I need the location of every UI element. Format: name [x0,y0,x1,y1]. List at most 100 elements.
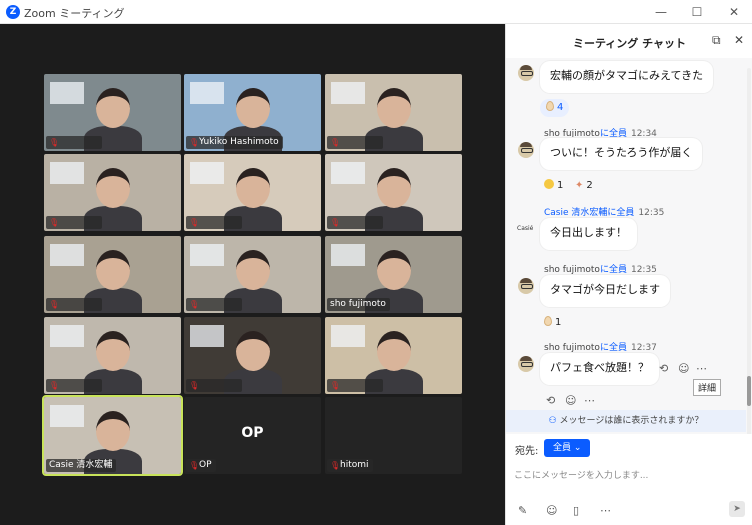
avatar [518,142,534,158]
person-face [236,250,270,290]
format-icon[interactable]: ✎ [518,504,527,517]
reaction-egg[interactable]: 1 [544,314,561,332]
mic-muted-icon: 🎙 [330,218,341,227]
background-window [50,82,84,104]
message-sender: sho fujimotoに全員 12:37 [544,343,657,353]
video-tile[interactable]: 🎙 [44,74,181,151]
message-bubble[interactable]: ついに！そうたろう作が届く [540,138,703,170]
close-button[interactable]: ✕ [719,2,749,22]
participant-name: sho fujimoto [330,299,386,309]
chat-panel: ミーティング チャット ⧉ ✕ 宏輔の顔がタマゴにみえてきた 4 sho fuj… [505,24,752,525]
mic-muted-icon: 🎙 [189,381,200,390]
person-face [96,411,130,451]
person-face [377,331,411,371]
message-sender: sho fujimotoに全員 12:35 [544,265,657,275]
message-bubble[interactable]: タマゴが今日だします [540,275,670,307]
participant-nameplate: 🎙 [327,379,383,392]
person-face [96,88,130,128]
reaction-count: 1 [555,317,562,328]
participant-nameplate: sho fujimoto [327,298,390,311]
video-tile[interactable]: 🎙 [44,236,181,313]
participant-nameplate: 🎙Yukiko Hashimoto [186,136,283,149]
video-tile[interactable]: 🎙 [44,154,181,231]
participant-nameplate: 🎙 [186,379,242,392]
reaction-smile[interactable]: 1 [544,177,563,195]
participant-name: OP [199,460,212,470]
party-popper-icon: ✦ [575,180,584,191]
reply-icon[interactable]: ⟲ [546,394,555,407]
background-window [50,325,84,347]
avatar [518,278,534,294]
avatar [518,356,534,372]
message-bubble[interactable]: 今日出します！ [540,218,637,250]
mic-muted-icon: 🎙 [49,381,60,390]
participant-name: Yukiko Hashimoto [199,137,279,147]
add-reaction-icon[interactable]: ☺ [678,362,689,375]
reaction-egg[interactable]: 4 [540,99,570,117]
participant-placeholder: OP [241,425,264,441]
mic-muted-icon: 🎙 [49,138,60,147]
avatar-text: Casié [517,225,534,232]
visibility-note[interactable]: ⚇ メッセージは誰に表示されますか？ [506,410,746,432]
minimize-button[interactable]: — [646,2,676,22]
close-chat-icon[interactable]: ✕ [734,33,744,47]
person-face [236,88,270,128]
mic-muted-icon: 🎙 [49,300,60,309]
send-button[interactable]: ➤ [729,501,745,517]
emoji-icon[interactable]: ☺ [546,504,557,517]
compose-area: ✎ ☺ ▯ ⋯ ➤ [506,464,752,525]
mic-muted-icon: 🎙 [330,461,341,470]
zoom-logo-icon: Z [6,5,20,19]
video-tile[interactable]: Casie 清水宏輔 [42,395,183,476]
person-face [377,88,411,128]
popout-icon[interactable]: ⧉ [712,33,721,48]
more-icon[interactable]: ⋯ [584,394,595,407]
participant-nameplate: 🎙 [46,298,102,311]
background-window [50,405,84,427]
more-options-icon[interactable]: ⋯ [600,504,611,517]
egg-icon [546,101,554,111]
video-tile[interactable]: sho fujimoto [325,236,462,313]
add-reaction-icon[interactable]: ☺ [565,394,576,407]
participant-nameplate: Casie 清水宏輔 [46,459,117,472]
video-tile[interactable]: 🎙 [44,317,181,394]
reaction-count: 2 [586,180,593,191]
person-face [96,250,130,290]
reaction-party[interactable]: ✦ 2 [575,177,593,195]
video-tile[interactable]: 🎙 [184,154,321,231]
recipient-dropdown[interactable]: 全員 ⌄ [544,439,590,457]
smile-icon [544,179,554,189]
background-window [190,244,224,266]
recipient-label: 宛先: [515,446,539,457]
video-tile[interactable]: 🎙 [325,317,462,394]
message-input[interactable] [514,467,739,485]
person-face [96,168,130,208]
background-window [50,244,84,266]
egg-icon [544,316,552,326]
participant-nameplate: 🎙 [46,216,102,229]
more-icon[interactable]: ⋯ [696,362,707,375]
video-tile[interactable]: 🎙 [325,154,462,231]
background-window [190,162,224,184]
mic-muted-icon: 🎙 [330,381,341,390]
video-gallery: 🎙 🎙Yukiko Hashimoto 🎙 🎙 🎙 🎙 🎙 🎙 sho fujimoto 🎙 🎙 🎙 C… [0,24,505,525]
video-tile[interactable]: 🎙 [184,317,321,394]
background-window [331,82,365,104]
participant-nameplate: 🎙 [186,298,242,311]
chat-scroll-thumb[interactable] [747,376,751,406]
mic-muted-icon: 🎙 [49,218,60,227]
reply-icon[interactable]: ⟲ [659,362,668,375]
video-tile[interactable]: 🎙Yukiko Hashimoto [184,74,321,151]
participant-nameplate: 🎙 [327,216,383,229]
mic-muted-icon: 🎙 [189,461,200,470]
video-tile[interactable]: 🎙hitomi [325,397,462,474]
message-bubble[interactable]: 宏輔の顔がタマゴにみえてきた [540,61,714,93]
chevron-down-icon: ⌄ [573,443,582,453]
video-tile[interactable]: 🎙 [184,236,321,313]
file-icon[interactable]: ▯ [573,504,579,517]
background-window [331,162,365,184]
video-tile[interactable]: OP 🎙OP [184,397,321,474]
video-tile[interactable]: 🎙 [325,74,462,151]
maximize-button[interactable]: ☐ [682,2,712,22]
message-bubble[interactable]: パフェ食べ放題！？ [540,353,659,385]
